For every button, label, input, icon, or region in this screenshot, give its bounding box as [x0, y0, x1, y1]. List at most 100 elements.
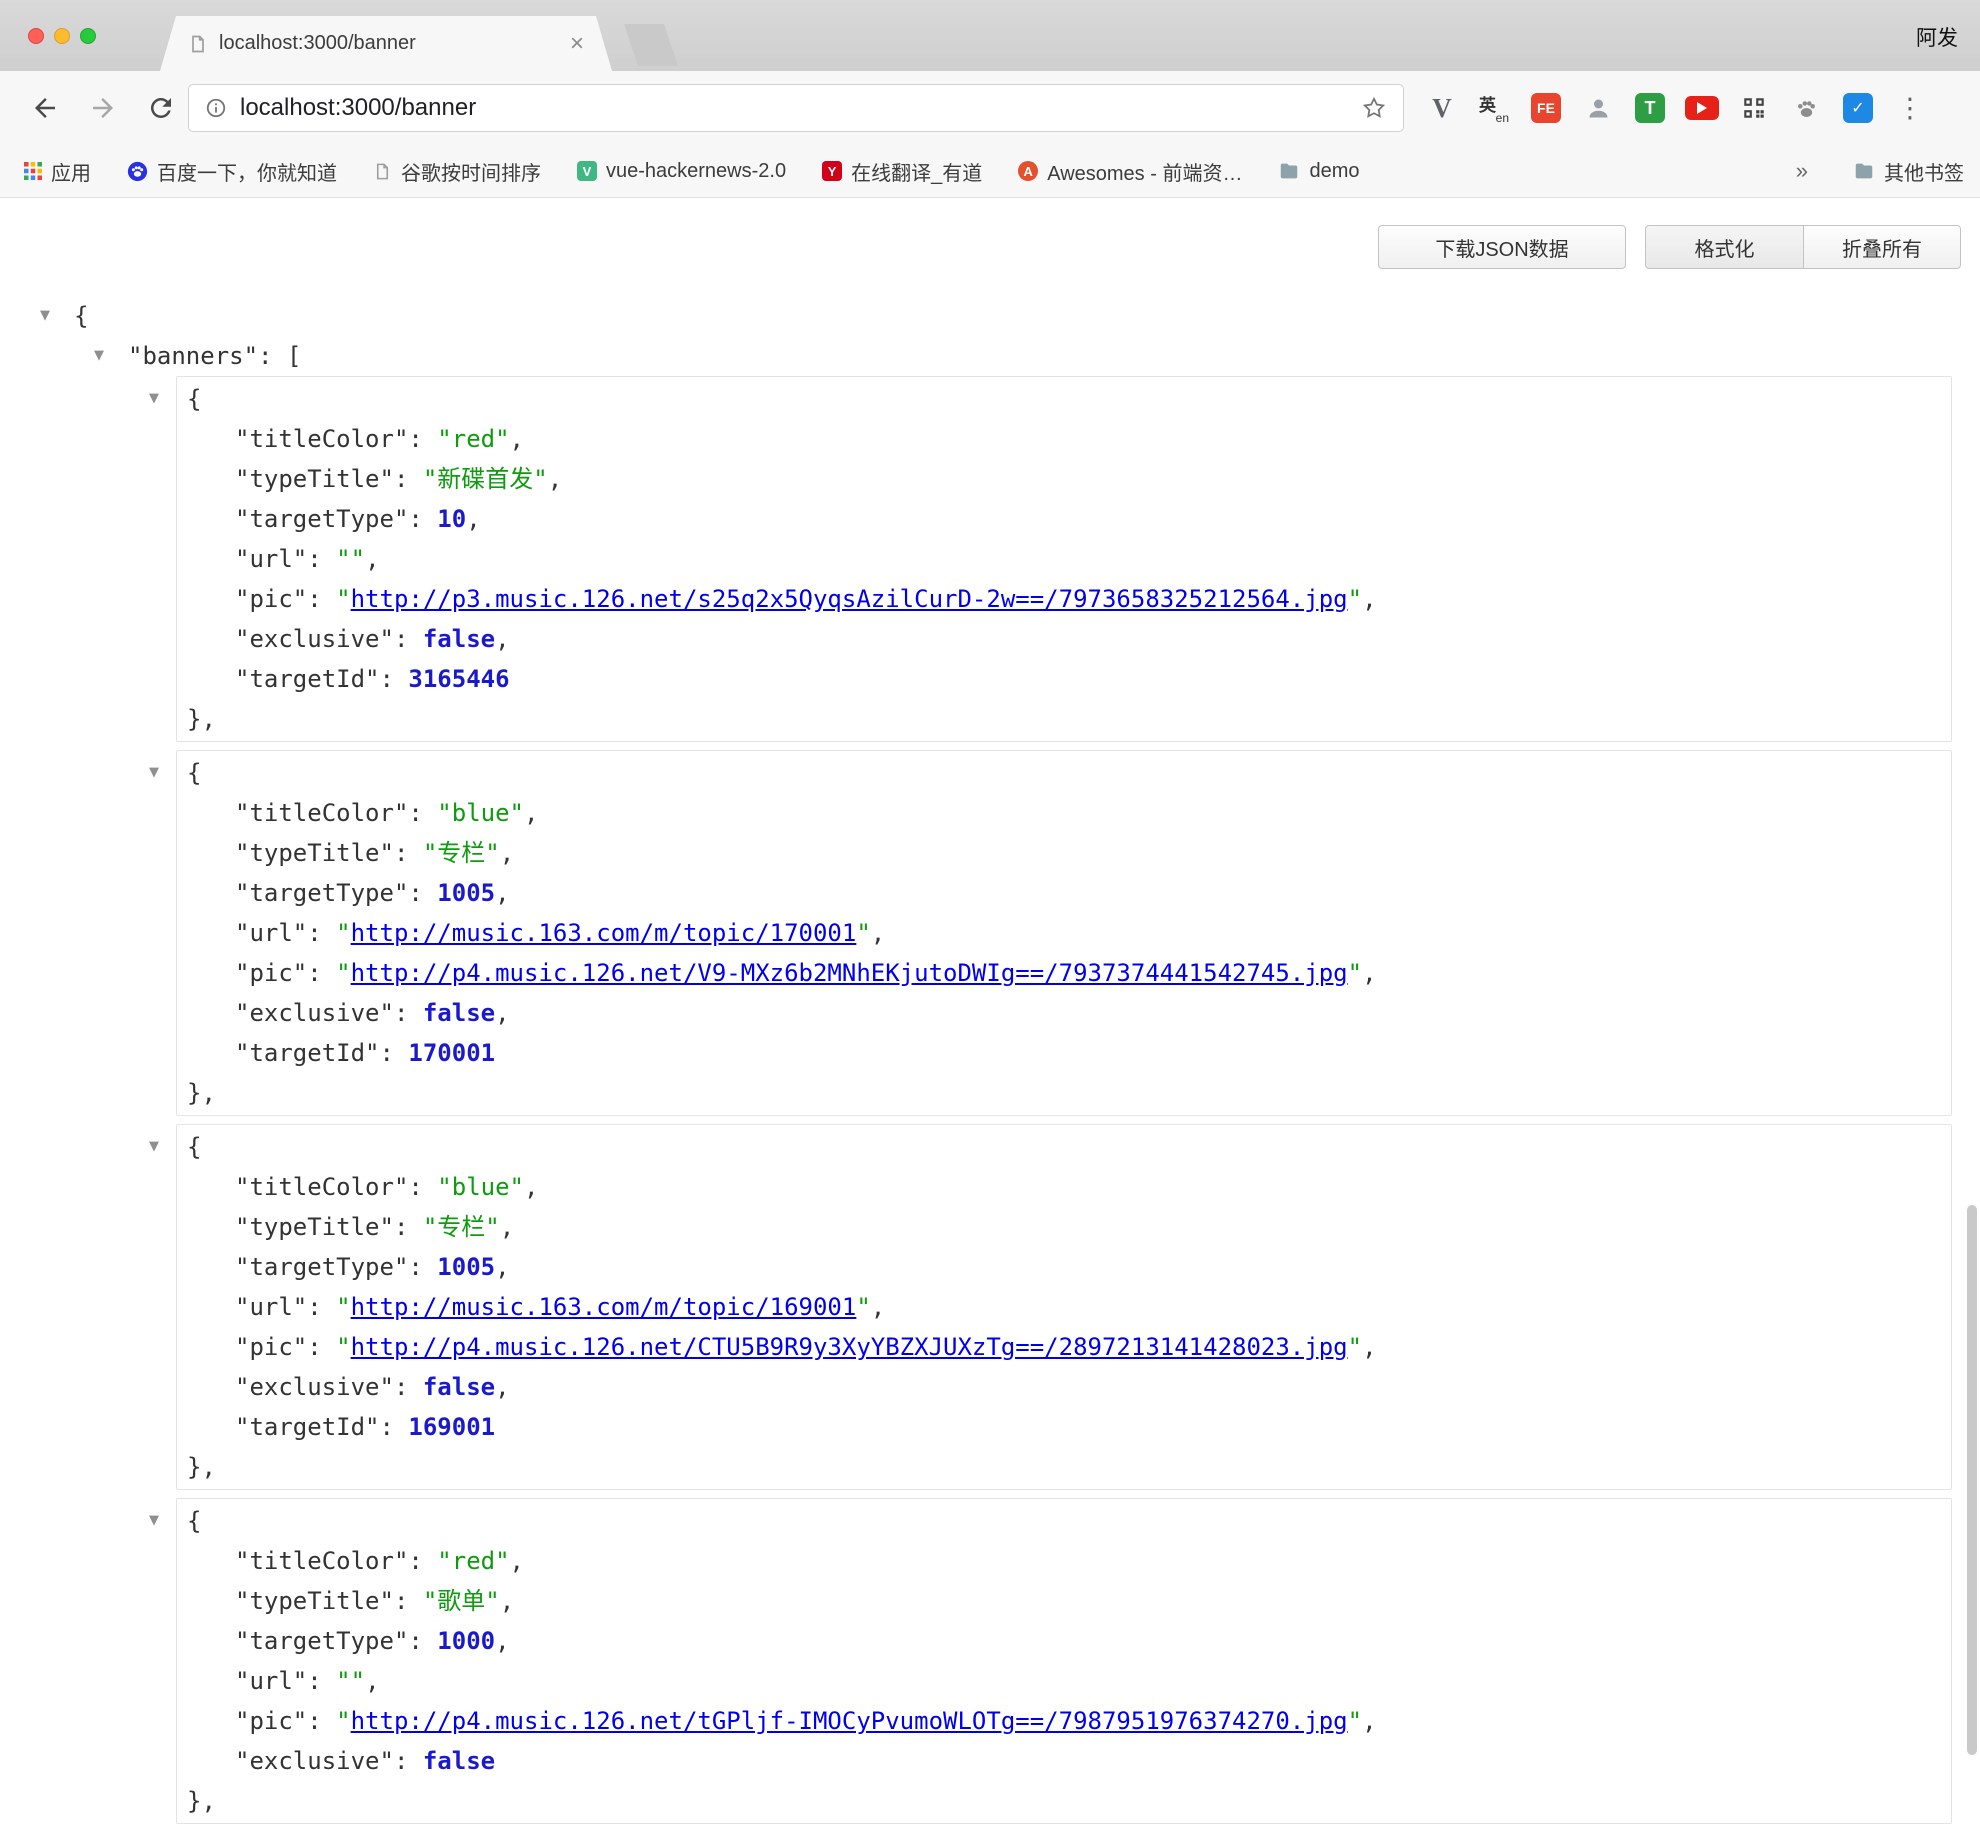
bookmark-vue-hackernews[interactable]: V vue-hackernews-2.0	[577, 160, 786, 183]
bookmark-google-sort[interactable]: 谷歌按时间排序	[373, 157, 541, 186]
json-tree: ▼{▼"banners": [▼{"titleColor": "red","ty…	[0, 296, 1980, 1832]
other-bookmarks[interactable]: 其他书签	[1853, 157, 1964, 186]
json-string-value: "	[336, 919, 350, 947]
json-punctuation: ,	[495, 1253, 509, 1281]
page-favicon-icon	[188, 34, 208, 54]
bookmark-baidu[interactable]: 百度一下，你就知道	[127, 157, 337, 186]
forward-icon[interactable]	[88, 93, 118, 123]
browser-tab[interactable]: localhost:3000/banner ×	[160, 16, 612, 71]
json-punctuation: :	[380, 1039, 409, 1067]
extension-trafficlight-icon[interactable]: T	[1632, 90, 1668, 126]
json-line: "url": "",	[177, 1661, 1951, 1701]
json-punctuation: : [	[258, 342, 301, 370]
json-key: "targetType"	[235, 505, 408, 533]
profile-name[interactable]: 阿发	[1916, 22, 1958, 52]
extension-security-shield-icon[interactable]: ✓	[1840, 90, 1876, 126]
bookmark-apps[interactable]: 应用	[24, 157, 91, 186]
json-punctuation: ,	[500, 839, 514, 867]
browser-menu-icon[interactable]: ⋮	[1892, 90, 1928, 126]
apps-grid-icon	[24, 162, 42, 180]
json-line: "titleColor": "blue",	[177, 1167, 1951, 1207]
json-string-value: "	[1348, 1707, 1362, 1735]
json-key: "titleColor"	[235, 1547, 408, 1575]
bookmark-demo-folder[interactable]: demo	[1278, 160, 1359, 183]
tab-close-icon[interactable]: ×	[570, 32, 584, 56]
json-line: "url": "http://music.163.com/m/topic/170…	[177, 913, 1951, 953]
extension-qrcode-icon[interactable]	[1736, 90, 1772, 126]
json-key: "banners"	[128, 342, 258, 370]
json-line: "exclusive": false,	[177, 1367, 1951, 1407]
json-punctuation: ,	[510, 425, 524, 453]
bookmarks-bar: 应用 百度一下，你就知道 谷歌按时间排序 V vue-hackernews-2.…	[0, 145, 1980, 198]
json-line: "url": "http://music.163.com/m/topic/169…	[177, 1287, 1951, 1327]
json-url-link[interactable]: http://p4.music.126.net/V9-MXz6b2MNhEKju…	[351, 959, 1348, 987]
play-icon	[1697, 102, 1707, 114]
collapse-toggle-icon[interactable]: ▼	[149, 753, 159, 793]
new-tab-button[interactable]	[624, 24, 678, 66]
json-key: "exclusive"	[235, 625, 394, 653]
download-json-button[interactable]: 下载JSON数据	[1378, 225, 1626, 269]
collapse-toggle-icon[interactable]: ▼	[149, 379, 159, 419]
json-punctuation: {	[187, 759, 201, 787]
json-boolean-value: false	[423, 1373, 495, 1401]
json-key: "pic"	[235, 1707, 307, 1735]
collapse-toggle-icon[interactable]: ▼	[40, 296, 50, 336]
json-punctuation: ,	[1362, 1333, 1376, 1361]
json-url-link[interactable]: http://music.163.com/m/topic/170001	[351, 919, 857, 947]
json-line: },	[177, 1073, 1951, 1113]
minimize-window-button[interactable]	[54, 28, 70, 44]
json-url-link[interactable]: http://p4.music.126.net/tGPljf-IMOCyPvum…	[351, 1707, 1348, 1735]
collapse-all-button[interactable]: 折叠所有	[1803, 225, 1961, 269]
bookmark-star-icon[interactable]	[1361, 95, 1387, 121]
url-text[interactable]: localhost:3000/banner	[240, 94, 1361, 122]
json-number-value: 10	[437, 505, 466, 533]
reload-icon[interactable]	[146, 93, 176, 123]
bookmark-label: 百度一下，你就知道	[157, 157, 337, 186]
bookmark-awesomes[interactable]: A Awesomes - 前端资…	[1018, 157, 1242, 186]
json-punctuation: :	[307, 1333, 336, 1361]
json-line: "targetId": 169001	[177, 1407, 1951, 1447]
json-url-link[interactable]: http://p3.music.126.net/s25q2x5QyqsAzilC…	[351, 585, 1348, 613]
person-icon	[1585, 95, 1612, 122]
json-punctuation: :	[307, 1667, 336, 1695]
json-punctuation: :	[408, 1547, 437, 1575]
collapse-toggle-icon[interactable]: ▼	[94, 336, 104, 376]
extension-vimium-icon[interactable]: V	[1424, 90, 1460, 126]
json-punctuation: :	[408, 1627, 437, 1655]
json-number-value: 169001	[408, 1413, 495, 1441]
json-url-link[interactable]: http://p4.music.126.net/CTU5B9R9y3XyYBZX…	[351, 1333, 1348, 1361]
bookmark-label: vue-hackernews-2.0	[606, 160, 786, 183]
json-punctuation: :	[394, 999, 423, 1027]
maximize-window-button[interactable]	[80, 28, 96, 44]
json-line: "typeTitle": "专栏",	[177, 1207, 1951, 1247]
json-string-value: "	[336, 1333, 350, 1361]
extension-translate-icon[interactable]: 英 en	[1476, 90, 1512, 126]
json-key: "titleColor"	[235, 799, 408, 827]
banner-object: ▼{"titleColor": "red","typeTitle": "歌单",…	[176, 1498, 1952, 1824]
json-string-value: "	[1348, 959, 1362, 987]
extension-youtube-icon[interactable]	[1684, 90, 1720, 126]
json-line: "url": "",	[177, 539, 1951, 579]
collapse-toggle-icon[interactable]: ▼	[149, 1127, 159, 1167]
json-number-value: 1005	[437, 879, 495, 907]
json-line: },	[177, 699, 1951, 739]
json-string-value: "新碟首发"	[423, 465, 548, 493]
json-line: ▼{	[177, 1127, 1951, 1167]
extension-collaboration-icon[interactable]	[1580, 90, 1616, 126]
bookmark-youdao-translate[interactable]: Y 在线翻译_有道	[822, 157, 982, 186]
bookmarks-overflow-chevron[interactable]: »	[1796, 158, 1808, 184]
json-key: "targetId"	[235, 1039, 380, 1067]
json-number-value: 1005	[437, 1253, 495, 1281]
json-url-link[interactable]: http://music.163.com/m/topic/169001	[351, 1293, 857, 1321]
scrollbar-thumb[interactable]	[1967, 1205, 1977, 1755]
page-info-icon[interactable]	[205, 97, 227, 119]
format-button[interactable]: 格式化	[1645, 225, 1804, 269]
address-bar[interactable]: localhost:3000/banner	[188, 84, 1404, 132]
close-window-button[interactable]	[28, 28, 44, 44]
back-icon[interactable]	[30, 93, 60, 123]
extension-fehelper-icon[interactable]: FE	[1528, 90, 1564, 126]
extension-paw-icon[interactable]	[1788, 90, 1824, 126]
json-boolean-value: false	[423, 1747, 495, 1775]
collapse-toggle-icon[interactable]: ▼	[149, 1501, 159, 1541]
json-boolean-value: false	[423, 999, 495, 1027]
